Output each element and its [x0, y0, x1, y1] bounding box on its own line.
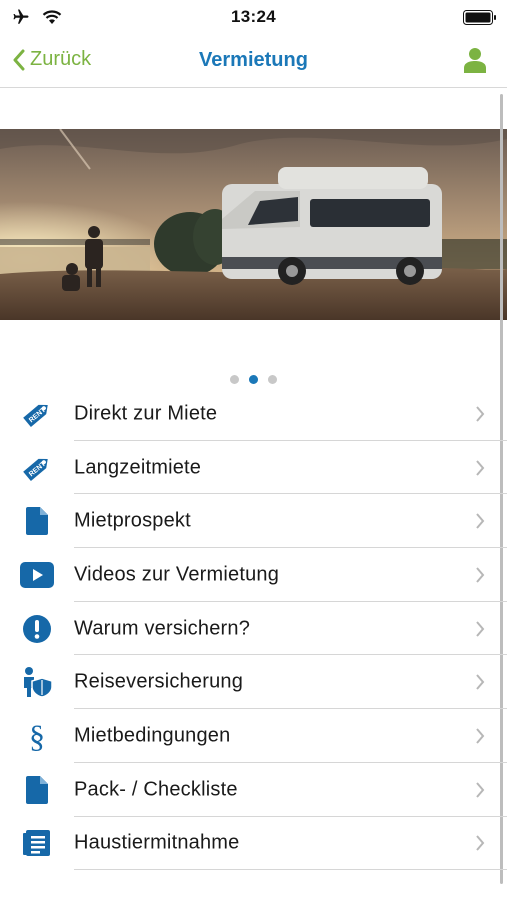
list-document-icon: [20, 826, 54, 860]
chevron-right-icon: [476, 728, 485, 744]
paragraph-icon: §: [20, 719, 54, 753]
chevron-right-icon: [476, 459, 485, 476]
menu-item-pack-checkliste[interactable]: Pack- / Checkliste: [0, 763, 507, 817]
video-play-icon: [20, 558, 54, 592]
page-title: Vermietung: [199, 49, 308, 71]
user-icon[interactable]: [463, 47, 487, 73]
menu-item-label: Langzeitmiete: [74, 456, 202, 479]
campervan-photo: [0, 129, 507, 320]
chevron-right-icon: [476, 513, 485, 529]
chevron-right-icon: [476, 835, 485, 851]
menu-list: RENT Direkt zur Miete RENT Langzeitmiete…: [0, 387, 507, 871]
menu-item-langzeitmiete[interactable]: RENT Langzeitmiete: [0, 441, 507, 495]
menu-item-label: Pack- / Checkliste: [74, 778, 238, 801]
divider: [74, 869, 507, 871]
menu-item-warum-versichern[interactable]: Warum versichern?: [0, 602, 507, 656]
document-icon: [20, 773, 54, 807]
chevron-right-icon: [476, 782, 485, 798]
carousel-dot-active[interactable]: [249, 375, 258, 384]
chevron-right-icon: [476, 567, 485, 583]
chevron-right-icon: [476, 674, 485, 690]
menu-item-label: Direkt zur Miete: [74, 402, 218, 425]
travel-insurance-icon: [20, 665, 54, 699]
carousel-page-indicator[interactable]: [0, 375, 507, 384]
menu-item-label: Mietbedingungen: [74, 724, 231, 747]
navigation-bar: Zurück Vermietung: [0, 34, 507, 88]
menu-item-videos-zur-vermietung[interactable]: Videos zur Vermietung: [0, 548, 507, 602]
status-time: 13:24: [231, 7, 276, 26]
chevron-right-icon: [476, 620, 485, 637]
menu-item-label: Videos zur Vermietung: [74, 563, 280, 586]
document-icon: [20, 504, 54, 538]
menu-item-haustiermitnahme[interactable]: Haustiermitnahme: [0, 817, 507, 871]
menu-item-label: Warum versichern?: [74, 617, 251, 640]
battery-icon: [463, 10, 496, 25]
menu-item-mietprospekt[interactable]: Mietprospekt: [0, 494, 507, 549]
svg-text:§: §: [29, 720, 45, 752]
menu-item-label: Haustiermitnahme: [74, 831, 240, 854]
chevron-right-icon: [476, 406, 485, 422]
status-bar: 13:24: [0, 0, 507, 34]
menu-item-reiseversicherung[interactable]: Reiseversicherung: [0, 655, 507, 710]
menu-item-mietbedingungen[interactable]: § Mietbedingungen: [0, 709, 507, 763]
menu-item-direkt-zur-miete[interactable]: RENT Direkt zur Miete: [0, 387, 507, 441]
exclamation-circle-icon: [20, 612, 54, 646]
menu-item-label: Mietprospekt: [74, 509, 191, 532]
carousel-dot[interactable]: [230, 375, 239, 384]
rent-tag-icon: RENT: [20, 451, 54, 485]
hero-image[interactable]: [0, 129, 507, 320]
menu-item-label: Reiseversicherung: [74, 670, 244, 693]
rent-tag-icon: RENT: [20, 397, 54, 431]
carousel-dot[interactable]: [268, 375, 277, 384]
